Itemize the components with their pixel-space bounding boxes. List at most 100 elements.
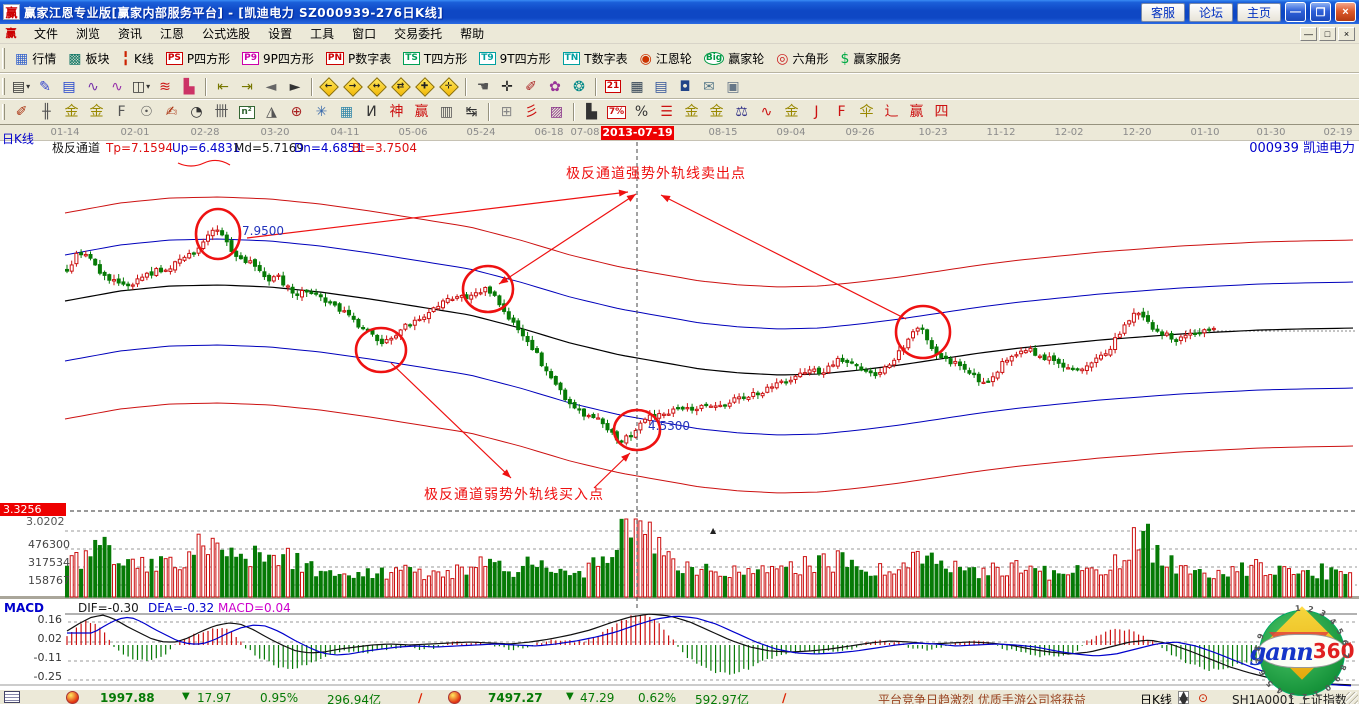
forum-button[interactable]: 论坛 [1189, 3, 1233, 22]
first-bar-button[interactable]: ⇤ [212, 77, 234, 97]
menu-item-3[interactable]: 江恩 [151, 23, 193, 44]
broadcast-icon[interactable]: ⊙ [1198, 691, 1208, 704]
menu-item-6[interactable]: 工具 [301, 23, 343, 44]
menu-item-4[interactable]: 公式选股 [193, 23, 259, 44]
menu-item-5[interactable]: 设置 [259, 23, 301, 44]
winner-wheel-button[interactable]: Big赢家轮 [698, 47, 770, 71]
calculator-button[interactable]: ▦ [626, 77, 648, 97]
f-angle-button[interactable]: F [830, 103, 853, 122]
color-histogram-button[interactable]: ▙ [178, 77, 200, 97]
gold-ratio-1-button[interactable]: 金 [60, 103, 83, 122]
zoom-swap-button[interactable]: ⇄ [390, 77, 412, 97]
winner-service-button[interactable]: $赢家服务 [835, 47, 908, 71]
customer-service-button[interactable]: 客服 [1141, 3, 1185, 22]
f10-info-button[interactable]: ▤ [58, 77, 80, 97]
candle-style-dropdown-button[interactable]: ◫▾ [130, 77, 152, 97]
n-square-button[interactable]: n² [235, 103, 258, 122]
zoom-left-button[interactable]: ← [318, 77, 340, 97]
star-rays-button[interactable]: ✳ [310, 103, 333, 122]
measure-tool-button[interactable]: ⚖ [730, 103, 753, 122]
percent-button[interactable]: % [630, 103, 653, 122]
draw-pen-button[interactable]: ✐ [10, 103, 33, 122]
percent-zone-button[interactable]: 7% [605, 103, 628, 122]
gold-ratio-2-button[interactable]: 金 [85, 103, 108, 122]
angle-line-button[interactable]: ◮ [260, 103, 283, 122]
gold-angle-button[interactable]: 伞 [855, 103, 878, 122]
gann-script-tool-button[interactable]: ≋ [154, 77, 176, 97]
speed-line-button[interactable]: 辶 [880, 103, 903, 122]
gann-wheel-button[interactable]: ◉江恩轮 [634, 47, 698, 71]
winner-angle-button[interactable]: 赢 [905, 103, 928, 122]
notepad-button[interactable]: ▤ [650, 77, 672, 97]
mdi-minimize-button[interactable]: — [1300, 27, 1317, 41]
news-marquee[interactable]: 平台竞争日趋激烈 优质手游公司将获益 [878, 691, 1086, 704]
width-measure-button[interactable]: ↹ [460, 103, 483, 122]
send-report-button[interactable]: ✉ [698, 77, 720, 97]
index1-chart-icon[interactable]: ∕ [418, 691, 422, 704]
kline-chart-button[interactable]: ╏K线 [116, 47, 160, 71]
four-line-button[interactable]: 四 [930, 103, 953, 122]
smart-analysis-button[interactable]: ❂ [568, 77, 590, 97]
j-angle-button[interactable]: Ј [805, 103, 828, 122]
percent-levels-button[interactable]: ☰ [655, 103, 678, 122]
ladder-grid-button[interactable]: ▥ [435, 103, 458, 122]
winner-tool-button[interactable]: 赢 [410, 103, 433, 122]
freehand-line-button[interactable]: ✐ [520, 77, 542, 97]
draw-pen-2-button[interactable]: ✍ [160, 103, 183, 122]
price-grid-button[interactable]: 卌 [210, 103, 233, 122]
zoom-in-button[interactable]: ✚ [414, 77, 436, 97]
next-bar-button[interactable]: ► [284, 77, 306, 97]
chart-style-dropdown-button[interactable]: ▤▾ [10, 77, 32, 97]
gann-grid-button[interactable]: ╫ [35, 103, 58, 122]
menu-item-0[interactable]: 文件 [25, 23, 67, 44]
index2-chart-icon[interactable]: ∕ [782, 691, 786, 704]
period-selector-label[interactable]: 日K线 [1140, 691, 1172, 704]
n-wave-button[interactable]: И [360, 103, 383, 122]
prev-bar-button[interactable]: ◄ [260, 77, 282, 97]
gold-levels-button[interactable]: 金 [705, 103, 728, 122]
p-square-button[interactable]: PSP四方形 [160, 47, 236, 71]
homepage-button[interactable]: 主页 [1237, 3, 1281, 22]
gradient-box-button[interactable]: ▨ [545, 103, 568, 122]
sectors-button[interactable]: ▩板块 [62, 47, 115, 71]
mdi-close-button[interactable]: × [1338, 27, 1355, 41]
stats-column-button[interactable]: ▙ [580, 103, 603, 122]
menu-item-7[interactable]: 窗口 [343, 23, 385, 44]
gold-circle-button[interactable]: 金 [680, 103, 703, 122]
wave-9-button[interactable]: ∿ [106, 77, 128, 97]
remote-service-button[interactable]: ▣ [722, 77, 744, 97]
wave-band-button[interactable]: ∿ [755, 103, 778, 122]
matrix-grid-button[interactable]: ▦ [335, 103, 358, 122]
9t-square-button[interactable]: T99T四方形 [473, 47, 556, 71]
zoom-reset-button[interactable]: ✛ [438, 77, 460, 97]
toolbar-grip[interactable] [2, 78, 5, 96]
quote-panel-icon[interactable] [4, 691, 20, 703]
restore-button[interactable]: ❐ [1310, 2, 1331, 22]
menu-item-9[interactable]: 帮助 [451, 23, 493, 44]
minimize-button[interactable]: — [1285, 2, 1306, 22]
mdi-restore-button[interactable]: □ [1319, 27, 1336, 41]
menu-item-8[interactable]: 交易委托 [385, 23, 451, 44]
last-bar-button[interactable]: ⇥ [236, 77, 258, 97]
period-spinner[interactable]: ▲▼ [1178, 691, 1189, 704]
circle-center-button[interactable]: ⊕ [285, 103, 308, 122]
spiral-tool-button[interactable]: ☉ [135, 103, 158, 122]
close-button[interactable]: × [1335, 2, 1356, 22]
menu-item-2[interactable]: 资讯 [109, 23, 151, 44]
pattern-search-button[interactable]: ✎ [34, 77, 56, 97]
t-square-button[interactable]: TST四方形 [397, 47, 473, 71]
gold-fan-button[interactable]: 金 [780, 103, 803, 122]
p-number-table-button[interactable]: PNP数字表 [320, 47, 397, 71]
pan-hand-button[interactable]: ☚ [472, 77, 494, 97]
calendar-tool-button[interactable]: 21 [602, 77, 624, 97]
fibonacci-grid-button[interactable]: F [110, 103, 133, 122]
save-button[interactable]: ◘ [674, 77, 696, 97]
time-cycle-button[interactable]: ◔ [185, 103, 208, 122]
market-quotes-button[interactable]: ▦行情 [9, 47, 62, 71]
fan-lines-button[interactable]: 彡 [520, 103, 543, 122]
toolbar-grip[interactable] [2, 48, 5, 68]
9p-square-button[interactable]: P99P四方形 [236, 47, 320, 71]
god-tool-button[interactable]: 神 [385, 103, 408, 122]
gann-flower-button[interactable]: ✿ [544, 77, 566, 97]
zoom-horizontal-button[interactable]: ↔ [366, 77, 388, 97]
